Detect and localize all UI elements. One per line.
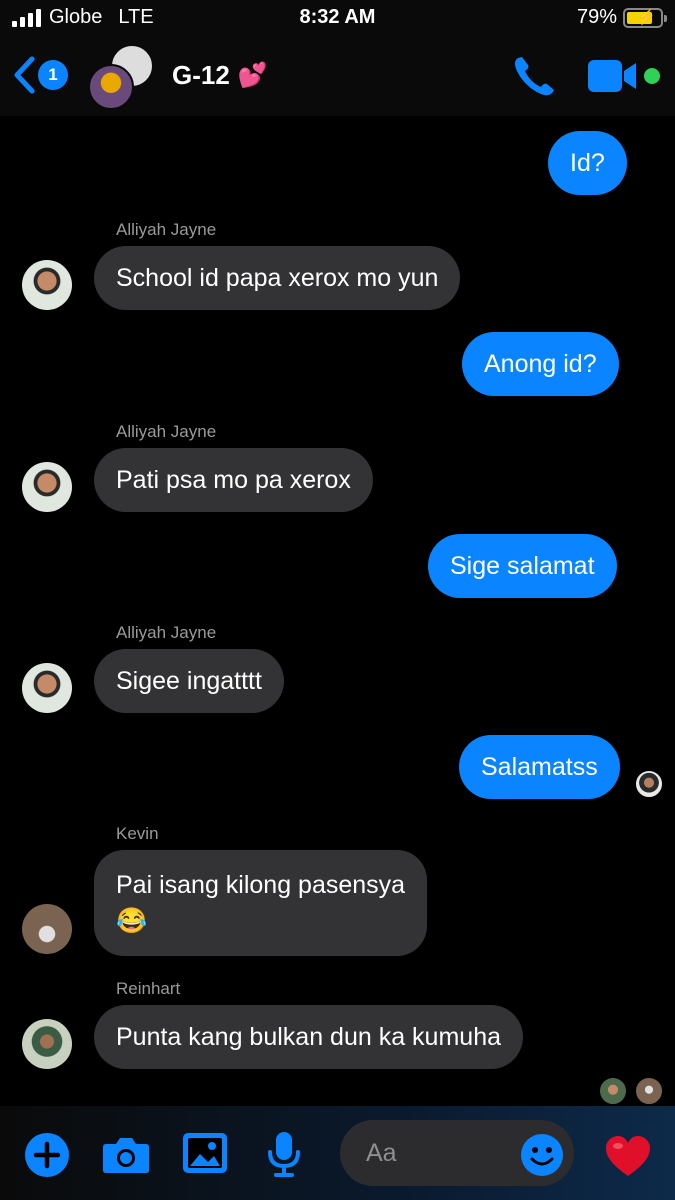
message-text: Pai isang kilong pasensya <box>116 871 406 899</box>
avatar <box>88 64 134 110</box>
two-hearts-emoji: 💕 <box>237 62 268 89</box>
sender-name: Reinhart <box>116 979 181 998</box>
status-right: 79% ⚡ <box>576 6 667 29</box>
camera-icon <box>103 1138 149 1173</box>
sender-name: Alliyah Jayne <box>116 623 217 642</box>
heart-icon <box>606 1136 650 1176</box>
unread-count-badge: 1 <box>38 60 68 90</box>
avatar[interactable] <box>22 904 72 954</box>
avatar[interactable] <box>22 1019 72 1069</box>
image-icon <box>183 1133 227 1173</box>
back-button[interactable]: 1 <box>12 56 68 94</box>
emoji-button[interactable] <box>520 1133 563 1176</box>
sender-name: Alliyah Jayne <box>116 422 217 441</box>
outgoing-message[interactable]: Anong id? <box>462 332 619 396</box>
status-bar: Globe LTE 8:32 AM 79% ⚡ <box>0 0 675 38</box>
avatar[interactable] <box>22 663 72 713</box>
like-button[interactable] <box>604 1134 652 1178</box>
message-composer <box>340 1120 574 1186</box>
message-input[interactable] <box>366 1120 516 1186</box>
read-receipt-avatar <box>634 769 664 799</box>
avatar[interactable] <box>22 462 72 512</box>
incoming-message[interactable]: Pati psa mo pa xerox <box>94 448 373 512</box>
emoji-icon <box>521 1134 563 1176</box>
camera-button[interactable] <box>102 1134 150 1179</box>
clock: 8:32 AM <box>299 6 376 28</box>
audio-call-button[interactable] <box>510 54 558 98</box>
incoming-message[interactable]: Sigee ingatttt <box>94 649 284 713</box>
battery-icon: ⚡ <box>623 7 667 28</box>
incoming-message[interactable]: School id papa xerox mo yun <box>94 246 461 310</box>
avatar[interactable] <box>22 260 72 310</box>
emoji: 😂 <box>116 907 148 935</box>
video-call-button[interactable] <box>586 58 642 94</box>
phone-icon <box>515 57 554 96</box>
outgoing-message[interactable]: Id? <box>548 131 627 195</box>
sender-name: Alliyah Jayne <box>116 220 217 239</box>
outgoing-message[interactable]: Sige salamat <box>428 534 617 598</box>
group-name: G-12 <box>172 60 230 90</box>
battery-percent: 79% <box>576 6 617 28</box>
composer-bar <box>0 1106 675 1200</box>
chevron-left-icon <box>14 56 35 94</box>
conversation-title[interactable]: G-12 💕 <box>172 60 268 91</box>
outgoing-message[interactable]: Salamatss <box>459 735 620 799</box>
read-receipt-avatar <box>634 1076 664 1106</box>
read-receipt-avatar <box>598 1076 628 1106</box>
video-camera-icon <box>588 60 636 92</box>
gallery-button[interactable] <box>182 1132 228 1179</box>
microphone-icon <box>268 1132 300 1177</box>
sender-name: Kevin <box>116 824 159 843</box>
plus-icon <box>25 1133 69 1177</box>
conversation-header: 1 G-12 💕 <box>0 38 675 116</box>
group-avatar[interactable] <box>88 44 158 114</box>
voice-message-button[interactable] <box>266 1130 302 1183</box>
incoming-message[interactable]: Punta kang bulkan dun ka kumuha <box>94 1005 523 1069</box>
online-status-indicator <box>644 68 660 84</box>
more-actions-button[interactable] <box>24 1132 70 1183</box>
incoming-message[interactable]: Pai isang kilong pasensya 😂 <box>94 850 428 956</box>
